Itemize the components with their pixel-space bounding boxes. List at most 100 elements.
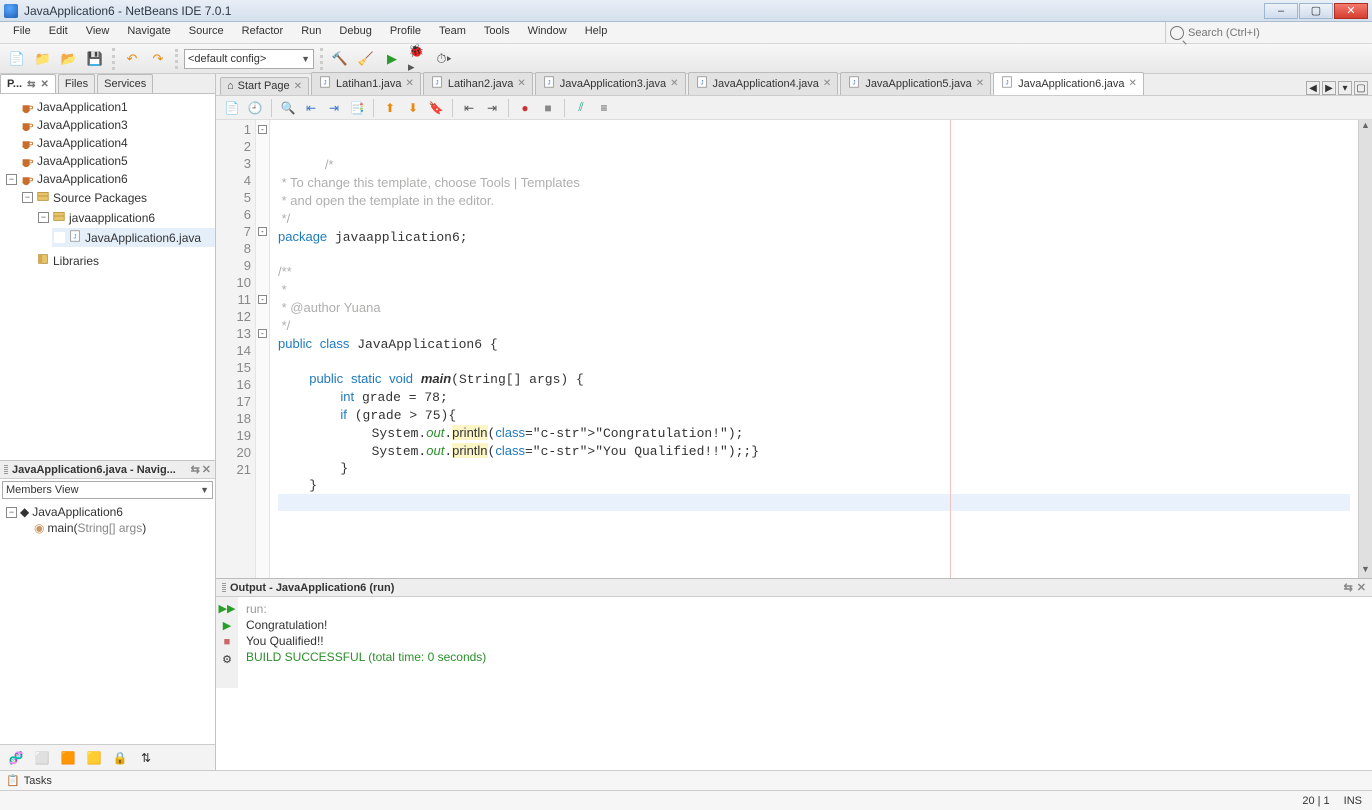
history-view-button[interactable]: 🕘: [245, 98, 265, 118]
editor-tab[interactable]: JLatihan1.java✕: [311, 72, 421, 95]
minimize-button[interactable]: –: [1264, 3, 1298, 19]
project-tree[interactable]: JavaApplication1 JavaApplication3 JavaAppl…: [0, 94, 215, 460]
shift-right-button[interactable]: ⇥: [482, 98, 502, 118]
fold-gutter[interactable]: - - - -: [256, 120, 270, 578]
expander-icon[interactable]: −: [6, 507, 17, 518]
forward-button[interactable]: ⇥: [324, 98, 344, 118]
scroll-right-button[interactable]: ▶: [1322, 81, 1336, 95]
uncomment-button[interactable]: ≡: [594, 98, 614, 118]
members-view-select[interactable]: Members View ▼: [2, 481, 213, 499]
clean-build-button[interactable]: 🧹: [355, 48, 377, 70]
editor-tab[interactable]: JJavaApplication6.java✕: [993, 72, 1144, 95]
source-view-button[interactable]: 📄: [222, 98, 242, 118]
rerun-icon[interactable]: ▶▶: [219, 601, 235, 615]
maximize-editor-button[interactable]: ▢: [1354, 81, 1368, 95]
open-project-button[interactable]: 📂: [58, 48, 80, 70]
fold-toggle-icon[interactable]: -: [258, 125, 267, 134]
tab-minimize-icon[interactable]: ⇆: [27, 79, 35, 90]
menu-help[interactable]: Help: [576, 22, 617, 43]
filter-inner-button[interactable]: 🔒: [110, 748, 130, 768]
menu-run[interactable]: Run: [292, 22, 330, 43]
macro-stop-button[interactable]: ■: [538, 98, 558, 118]
scroll-down-icon[interactable]: ▼: [1359, 564, 1372, 578]
tab-close-icon[interactable]: ✕: [1129, 78, 1137, 89]
menu-team[interactable]: Team: [430, 22, 475, 43]
filter-static-button[interactable]: 🟧: [58, 748, 78, 768]
menu-tools[interactable]: Tools: [475, 22, 519, 43]
grip-icon[interactable]: [4, 465, 8, 475]
tree-item[interactable]: JavaApplication5: [4, 153, 215, 169]
next-bookmark-button[interactable]: ⬇: [403, 98, 423, 118]
menu-file[interactable]: File: [4, 22, 40, 43]
search-input[interactable]: [1188, 27, 1368, 39]
tab-close-icon[interactable]: ✕: [405, 78, 413, 89]
tree-item[interactable]: Libraries: [20, 251, 215, 270]
tree-item[interactable]: −javaapplication6: [36, 208, 215, 227]
tab-close-icon[interactable]: ✕: [823, 78, 831, 89]
menu-window[interactable]: Window: [519, 22, 576, 43]
tab-projects[interactable]: P...⇆✕: [0, 74, 56, 93]
filter-nonpublic-button[interactable]: 🟨: [84, 748, 104, 768]
fold-toggle-icon[interactable]: -: [258, 227, 267, 236]
tree-item[interactable]: −JavaApplication6: [4, 171, 215, 187]
error-stripe[interactable]: ▲ ▼: [1358, 120, 1372, 578]
save-all-button[interactable]: 💾: [84, 48, 106, 70]
settings-output-icon[interactable]: ⚙: [219, 652, 235, 666]
tree-item[interactable]: JavaApplication1: [4, 99, 215, 115]
output-close-icon[interactable]: ✕: [1357, 581, 1366, 594]
navigator-member-0[interactable]: main(String[] args): [47, 521, 146, 535]
run-again-icon[interactable]: ▶: [219, 618, 235, 632]
tab-close-icon[interactable]: ✕: [40, 79, 48, 90]
filter-inherited-button[interactable]: 🧬: [6, 748, 26, 768]
tree-item[interactable]: −Source Packages: [20, 188, 215, 207]
tab-close-icon[interactable]: ✕: [517, 78, 525, 89]
menu-navigate[interactable]: Navigate: [118, 22, 179, 43]
run-button[interactable]: ▶: [381, 48, 403, 70]
tab-files[interactable]: Files: [58, 74, 95, 93]
scroll-left-button[interactable]: ◀: [1306, 81, 1320, 95]
output-text[interactable]: run:Congratulation!You Qualified!!BUILD …: [238, 597, 1372, 688]
grip-icon[interactable]: [222, 583, 226, 593]
expander-icon[interactable]: −: [6, 174, 17, 185]
editor-body[interactable]: 123456789101112131415161718192021 - - - - /…: [216, 120, 1372, 578]
fold-toggle-icon[interactable]: -: [258, 329, 267, 338]
output-dock-icon[interactable]: ⇆: [1344, 581, 1353, 594]
panel-close-icon[interactable]: ✕: [202, 463, 211, 476]
dock-icon[interactable]: ⇆: [191, 463, 200, 476]
fold-toggle-icon[interactable]: -: [258, 295, 267, 304]
undo-button[interactable]: ↶: [121, 48, 143, 70]
line-number-gutter[interactable]: 123456789101112131415161718192021: [216, 120, 256, 578]
editor-tab[interactable]: JJavaApplication3.java✕: [535, 72, 686, 95]
redo-button[interactable]: ↷: [147, 48, 169, 70]
back-button[interactable]: ⇤: [301, 98, 321, 118]
tree-item[interactable]: JavaApplication3: [4, 117, 215, 133]
config-select[interactable]: <default config> ▼: [184, 49, 314, 69]
macro-record-button[interactable]: ●: [515, 98, 535, 118]
navigator-root[interactable]: JavaApplication6: [32, 505, 123, 519]
debug-button[interactable]: 🐞▸: [407, 48, 429, 70]
stop-output-icon[interactable]: ■: [219, 635, 235, 649]
new-file-button[interactable]: 📄: [6, 48, 28, 70]
maximize-button[interactable]: ▢: [1299, 3, 1333, 19]
menu-profile[interactable]: Profile: [381, 22, 430, 43]
build-button[interactable]: 🔨: [329, 48, 351, 70]
shift-left-button[interactable]: ⇤: [459, 98, 479, 118]
menu-view[interactable]: View: [77, 22, 119, 43]
tree-item[interactable]: JavaApplication4: [4, 135, 215, 151]
tab-close-icon[interactable]: ✕: [670, 78, 678, 89]
expander-icon[interactable]: −: [38, 212, 49, 223]
find-selection-button[interactable]: 📑: [347, 98, 367, 118]
toggle-bookmark-button[interactable]: 🔖: [426, 98, 446, 118]
editor-tab[interactable]: ⌂Start Page✕: [220, 77, 309, 95]
editor-tab[interactable]: JJavaApplication4.java✕: [688, 72, 839, 95]
menu-source[interactable]: Source: [180, 22, 233, 43]
menu-refactor[interactable]: Refactor: [233, 22, 293, 43]
close-button[interactable]: ✕: [1334, 3, 1368, 19]
prev-bookmark-button[interactable]: ⬆: [380, 98, 400, 118]
new-project-button[interactable]: 📁: [32, 48, 54, 70]
sort-button[interactable]: ⇅: [136, 748, 156, 768]
menu-edit[interactable]: Edit: [40, 22, 77, 43]
code-area[interactable]: /* * To change this template, choose Too…: [270, 120, 1358, 578]
tasks-bar[interactable]: 📋 Tasks: [0, 770, 1372, 790]
menu-debug[interactable]: Debug: [330, 22, 380, 43]
